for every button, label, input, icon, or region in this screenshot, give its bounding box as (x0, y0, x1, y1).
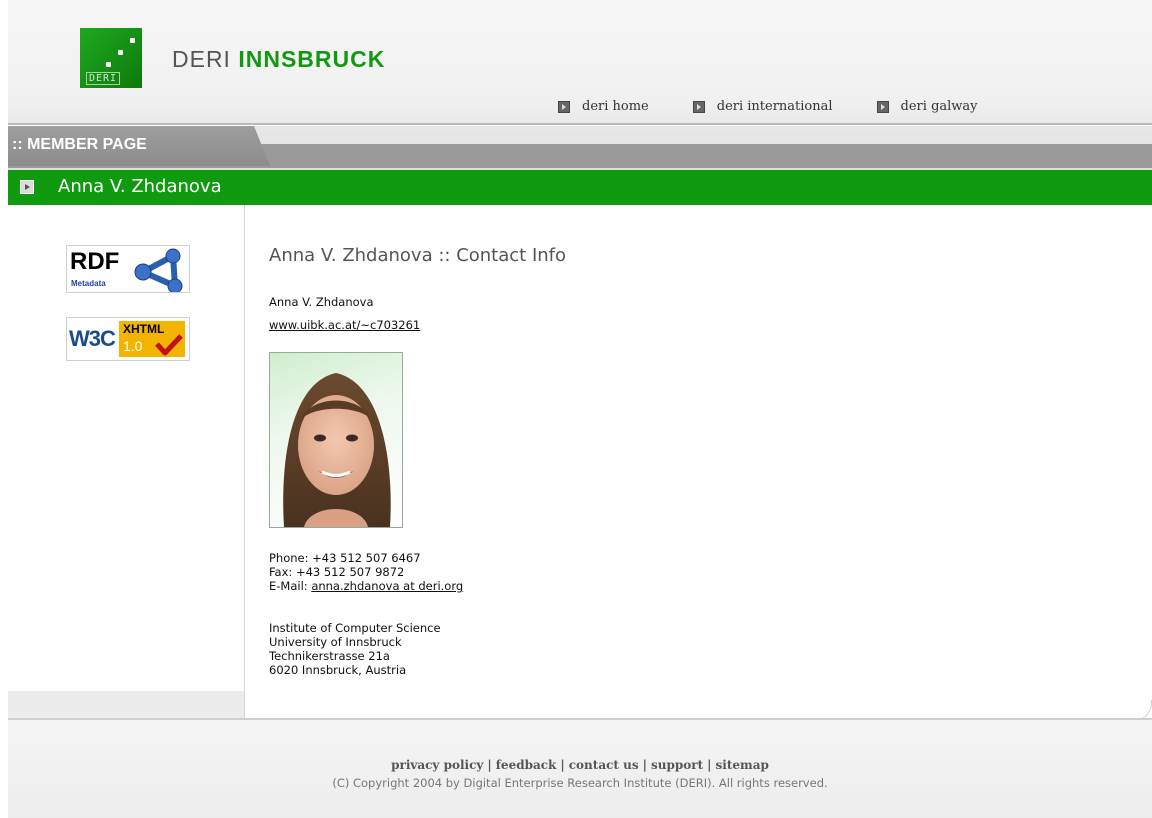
footer-link-support[interactable]: support (651, 758, 703, 772)
footer-links: privacy policy | feedback | contact us | suppo… (8, 758, 1152, 772)
footer-separator: | (487, 758, 492, 772)
title-bar: Anna V. Zhdanova (8, 170, 1152, 205)
contact-heading: Anna V. Zhdanova :: Contact Info (269, 245, 567, 266)
nav-label: deri galway (900, 99, 978, 114)
logo-dot (118, 50, 123, 55)
checkmark-icon (155, 334, 183, 356)
postal-address: Institute of Computer Science University… (269, 621, 441, 677)
member-page-tab: :: MEMBER PAGE (8, 126, 270, 166)
rdf-graph-icon (134, 248, 183, 292)
member-name: Anna V. Zhdanova (269, 295, 374, 309)
footer-separator: | (560, 758, 565, 772)
portrait-photo (283, 373, 391, 527)
rdf-metadata-badge[interactable]: RDF Metadata (66, 245, 190, 293)
nav-deri-international[interactable]: deri international (692, 99, 833, 114)
xhtml-box: XHTML 1.0 (119, 321, 185, 357)
w3c-badge-text: W3C (69, 326, 116, 351)
member-bar: :: MEMBER PAGE (8, 126, 1152, 170)
footer-separator: | (707, 758, 712, 772)
fax-text: Fax: +43 512 507 9872 (269, 565, 405, 579)
address-line: Technikerstrasse 21a (269, 649, 390, 663)
copyright-text: (C) Copyright 2004 by Digital Enterprise… (332, 776, 828, 790)
footer-link-contact-us[interactable]: contact us (569, 758, 639, 772)
address-line: 6020 Innsbruck, Austria (269, 663, 407, 677)
sidebar-footer (8, 691, 244, 719)
page: DERI DERI INNSBRUCK deri home deri inter… (8, 0, 1152, 818)
member-photo (269, 352, 403, 528)
address-line: Institute of Computer Science (269, 621, 441, 635)
footer-link-feedback[interactable]: feedback (496, 758, 557, 772)
brand-title: DERI INNSBRUCK (172, 46, 385, 73)
brand-part1: DERI (172, 46, 231, 72)
nav-deri-galway[interactable]: deri galway (876, 99, 978, 114)
rdf-badge-text: RDF (70, 248, 120, 275)
sidebar: RDF Metadata W3C XHTML 1.0 (8, 205, 245, 719)
member-page-label: :: MEMBER PAGE (12, 136, 147, 153)
footer: privacy policy | feedback | contact us | suppo… (8, 720, 1152, 818)
xhtml-version: 1.0 (123, 338, 143, 354)
rdf-badge-sub: Metadata (71, 279, 106, 288)
phone-text: Phone: +43 512 507 6467 (269, 551, 421, 565)
logo-dot (106, 62, 111, 67)
footer-separator: | (642, 758, 647, 772)
homepage-link[interactable]: www.uibk.ac.at/~c703261 (269, 318, 420, 332)
email-label: E-Mail: (269, 579, 308, 593)
nav-label: deri home (582, 99, 649, 114)
main-content: Anna V. Zhdanova :: Contact Info Anna V.… (269, 205, 1129, 719)
w3c-xhtml-badge[interactable]: W3C XHTML 1.0 (66, 317, 190, 361)
address-line: University of Innsbruck (269, 635, 402, 649)
logo-dot (130, 38, 135, 43)
top-nav: deri home deri international deri galway (558, 99, 1022, 114)
nav-deri-home[interactable]: deri home (558, 99, 649, 114)
footer-link-sitemap[interactable]: sitemap (716, 758, 769, 772)
email-link[interactable]: anna.zhdanova at deri.org (311, 579, 463, 593)
arrow-square-icon (20, 180, 34, 194)
contact-details: Phone: +43 512 507 6467 Fax: +43 512 507… (269, 551, 463, 593)
arrow-square-icon (558, 100, 570, 113)
arrow-square-icon (876, 100, 889, 113)
nav-label: deri international (716, 99, 833, 114)
logo-label: DERI (86, 72, 121, 85)
header-divider (8, 123, 1152, 125)
email-line: E-Mail: anna.zhdanova at deri.org (269, 579, 463, 593)
page-title: Anna V. Zhdanova (58, 176, 222, 197)
arrow-square-icon (692, 100, 705, 113)
header: DERI DERI INNSBRUCK deri home deri inter… (8, 0, 1152, 124)
deri-logo[interactable]: DERI (80, 28, 142, 88)
footer-link-privacy-policy[interactable]: privacy policy (391, 758, 483, 772)
brand-part2: INNSBRUCK (238, 46, 386, 72)
